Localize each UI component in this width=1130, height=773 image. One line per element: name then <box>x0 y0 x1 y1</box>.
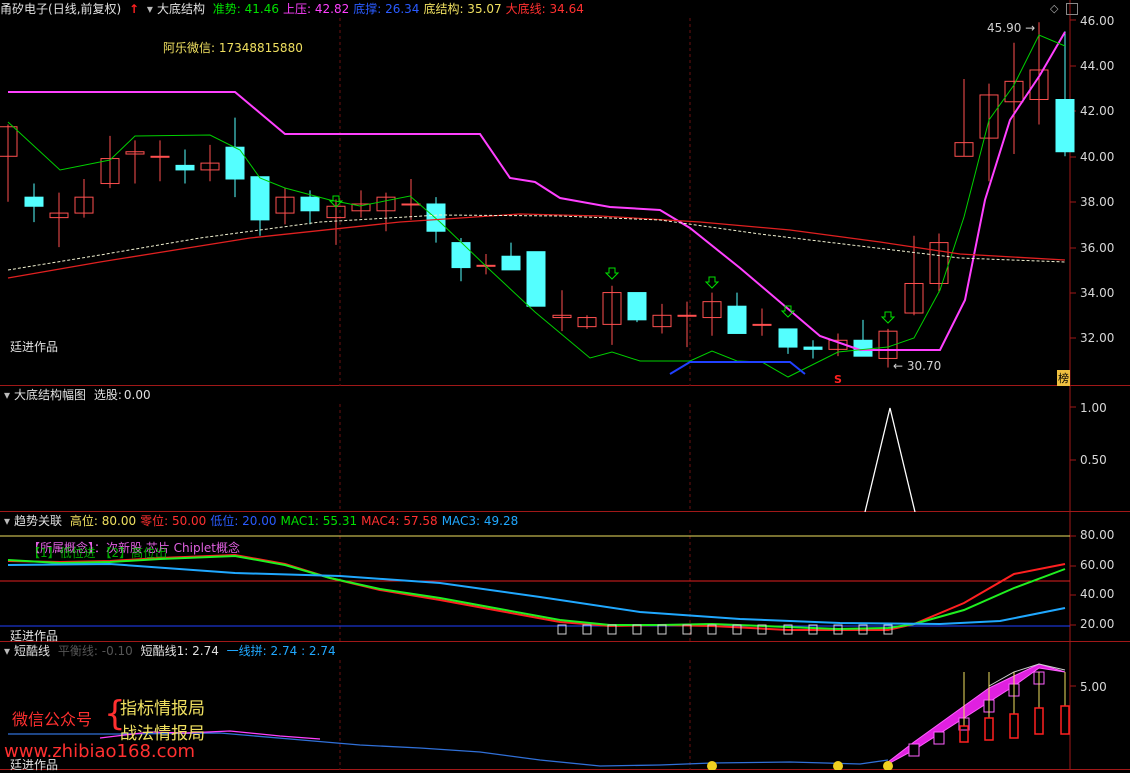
axis-tick-label: 80.00 <box>1080 528 1115 542</box>
short-cool-pane[interactable]: ▾ 短酷线 平衡线: -0.10 短酷线1: 2.74 一线拼: 2.74 : 2… <box>0 642 1130 772</box>
main-chart-pane[interactable]: 甬矽电子(日线,前复权) ↑ ▾ 大底结构 准势: 41.46 上压: 42.82 底… <box>0 0 1130 386</box>
trend-pane[interactable]: ▾ 趋势关联 高位: 80.00 零位: 50.00 低位: 20.00 MAC1: 5… <box>0 512 1130 643</box>
balance-line-stat: 平衡线: -0.10 <box>57 644 133 658</box>
buy-arrow-icon <box>704 276 720 289</box>
author-label: 廷进作品 <box>10 340 59 354</box>
axis-tick-label: 40.00 <box>1080 150 1115 164</box>
candle-body <box>677 314 697 317</box>
signal-dot-icon <box>833 761 843 770</box>
candle-body <box>526 251 546 307</box>
axis-tick-label: 46.00 <box>1080 14 1115 28</box>
sell-signal-label: S <box>834 373 842 386</box>
stat-2: 底撑: 26.34 <box>353 2 420 16</box>
pane3-header: ▾ 趋势关联 高位: 80.00 零位: 50.00 低位: 20.00 MAC1: 5… <box>4 512 526 530</box>
low-price-label: ← 30.70 <box>893 359 942 373</box>
select-signal-line <box>864 407 916 512</box>
short-cool-stat: 短酷线1: 2.74 <box>140 644 219 658</box>
select-stat-value: 0.00 <box>123 388 151 402</box>
axis-tick-label: 38.00 <box>1080 195 1115 209</box>
volume-bar <box>984 717 994 741</box>
volume-bar <box>1034 707 1044 735</box>
axis-tick-label: 20.00 <box>1080 617 1115 631</box>
one-line-stat: 一线拼: 2.74 : 2.74 <box>226 644 336 658</box>
stat-0: 高位: 80.00 <box>69 514 137 528</box>
stat-1: 上压: 42.82 <box>283 2 350 16</box>
pane3-title[interactable]: 趋势关联 <box>14 514 62 528</box>
volume-bar <box>1060 705 1070 735</box>
candle-body <box>426 203 446 232</box>
dropdown-icon[interactable]: ▾ <box>4 388 10 402</box>
candle-body <box>175 164 195 171</box>
axis-tick-label: 36.00 <box>1080 241 1115 255</box>
minimize-pane-button[interactable]: ◇ <box>1050 3 1062 15</box>
candle-body <box>778 328 798 348</box>
axis-tick-label: 60.00 <box>1080 558 1115 572</box>
stat-1: 零位: 50.00 <box>140 514 207 528</box>
candle-body <box>300 196 320 212</box>
stat-0: 准势: 41.46 <box>212 2 280 16</box>
axis-tick-label: 42.00 <box>1080 104 1115 118</box>
candle-body <box>150 155 170 158</box>
rank-badge[interactable]: 榜 <box>1057 370 1070 386</box>
indicator-name[interactable]: 大底结构 <box>157 2 205 16</box>
period-label[interactable]: (日线,前复权) <box>48 2 121 16</box>
watermark-wechat-label: 微信公众号 <box>12 710 93 729</box>
candle-body <box>250 176 270 221</box>
candle-body <box>451 242 471 269</box>
candle-body <box>752 323 772 326</box>
stat-3: MAC1: 55.31 <box>280 514 358 528</box>
stat-5: MAC3: 49.28 <box>441 514 519 528</box>
wechat-contact: 阿乐微信: 17348815880 <box>163 41 303 55</box>
main-header: 甬矽电子(日线,前复权) ↑ ▾ 大底结构 准势: 41.46 上压: 42.82 底… <box>0 0 592 18</box>
high-price-label: 45.90 → <box>987 21 1036 35</box>
trend-line <box>7 34 1066 378</box>
stat-4: MAC4: 57.58 <box>361 514 438 528</box>
candle-body <box>803 346 823 350</box>
candle-body <box>627 292 647 321</box>
bottom-structure-chart[interactable] <box>0 386 1130 512</box>
author-label: 廷进作品 <box>10 758 59 772</box>
pane2-title[interactable]: 大底结构幅图 <box>14 388 86 402</box>
ribbon-cell <box>933 731 945 745</box>
ribbon-cell <box>908 743 920 757</box>
main-stats: 准势: 41.46 上压: 42.82 底撑: 26.34 底结构: 35.07 大底线… <box>213 2 588 16</box>
select-stat-label: 选股: <box>93 388 122 402</box>
candlestick-chart[interactable] <box>0 0 1130 386</box>
axis-tick-label: 5.00 <box>1080 680 1107 694</box>
pane3-stats: 高位: 80.00 零位: 50.00 低位: 20.00 MAC1: 55.31 MA… <box>70 514 522 528</box>
mac4-line <box>7 553 1066 631</box>
dropdown-icon[interactable]: ▾ <box>4 644 10 658</box>
candle-body <box>401 203 421 206</box>
maximize-pane-button[interactable] <box>1066 3 1078 15</box>
candle-body <box>727 305 747 334</box>
dropdown-icon[interactable]: ▾ <box>4 514 10 528</box>
axis-tick-label: 40.00 <box>1080 587 1115 601</box>
pane4-title[interactable]: 短酷线 <box>14 644 50 658</box>
axis-tick-label: 44.00 <box>1080 59 1115 73</box>
symbol-name[interactable]: 甬矽电子 <box>0 2 48 16</box>
dropdown-icon[interactable]: ▾ <box>147 2 153 16</box>
trend-chart[interactable] <box>0 512 1130 642</box>
buy-arrow-icon <box>604 267 620 280</box>
signal-legend: 【1】低位进 【2】高位出 <box>28 546 168 560</box>
watermark-line1: 指标情报局 <box>120 699 205 719</box>
candle-body <box>1055 99 1075 153</box>
candle-body <box>501 255 521 271</box>
up-arrow-icon: ↑ <box>129 2 140 16</box>
pane4-header: ▾ 短酷线 平衡线: -0.10 短酷线1: 2.74 一线拼: 2.74 : 2… <box>4 642 340 660</box>
stat-2: 低位: 20.00 <box>210 514 277 528</box>
axis-tick-label: 0.50 <box>1080 453 1107 467</box>
stat-4: 大底线: 34.64 <box>505 2 584 16</box>
bottom-structure-pane[interactable]: ▾ 大底结构幅图 选股: 0.00 1.00 0.50 <box>0 386 1130 512</box>
axis-tick-label: 32.00 <box>1080 331 1115 345</box>
candle-body <box>24 196 44 207</box>
buy-arrow-icon <box>880 311 896 324</box>
stat-3: 底结构: 35.07 <box>423 2 502 16</box>
pane2-header: ▾ 大底结构幅图 选股: 0.00 <box>4 386 155 404</box>
volume-bar <box>1009 713 1019 739</box>
axis-tick-label: 1.00 <box>1080 401 1107 415</box>
axis-tick-label: 34.00 <box>1080 286 1115 300</box>
